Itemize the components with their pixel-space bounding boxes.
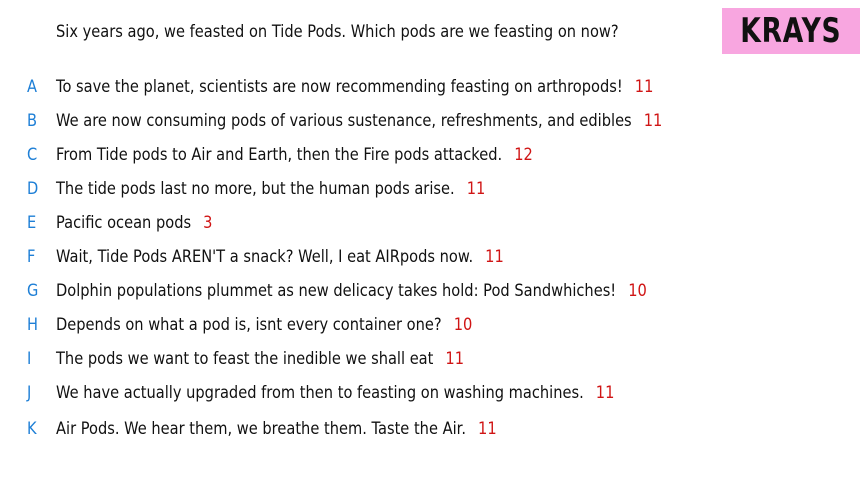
answer-text: From Tide pods to Air and Earth, then th… [56,145,503,165]
answer-text: To save the planet, scientists are now r… [56,77,623,97]
answer-text: We are now consuming pods of various sus… [56,111,632,131]
answer-line: Depends on what a pod is, isnt every con… [56,315,472,335]
answer-score: 11 [485,247,504,267]
answer-text: Dolphin populations plummet as new delic… [56,281,617,301]
answer-line: We are now consuming pods of various sus… [56,111,662,131]
answer-letter: H [27,315,39,335]
answer-line: From Tide pods to Air and Earth, then th… [56,145,533,165]
answer-line: The pods we want to feast the inedible w… [56,349,464,369]
answer-row-i: I The pods we want to feast the inedible… [0,342,864,376]
answer-row-h: H Depends on what a pod is, isnt every c… [0,308,864,342]
answer-letter: B [27,111,38,131]
answer-row-a: A To save the planet, scientists are now… [0,70,864,104]
answer-score: 11 [595,383,615,403]
answer-line: Wait, Tide Pods AREN'T a snack? Well, I … [56,247,504,267]
answer-letter: C [27,145,38,165]
answer-score: 11 [643,111,663,131]
answer-row-d: D The tide pods last no more, but the hu… [0,172,864,206]
answer-letter: E [27,213,37,233]
answer-score: 3 [203,213,213,233]
answer-letter: I [27,349,32,369]
question-prompt: Six years ago, we feasted on Tide Pods. … [56,22,619,42]
answer-text: Pacific ocean pods [56,213,192,233]
answer-letter: K [27,419,37,439]
answer-score: 11 [466,179,486,199]
answer-score: 11 [634,77,654,97]
answer-row-k: K Air Pods. We hear them, we breathe the… [0,412,864,446]
brand-badge: KRAYS [722,8,860,54]
answer-letter: J [27,383,32,403]
answer-row-b: B We are now consuming pods of various s… [0,104,864,138]
answer-row-g: G Dolphin populations plummet as new del… [0,274,864,308]
answer-text: Air Pods. We hear them, we breathe them.… [56,419,466,439]
answer-score: 10 [628,281,647,301]
answer-text: Depends on what a pod is, isnt every con… [56,315,442,335]
answer-row-j: J We have actually upgraded from then to… [0,376,864,410]
answer-line: Air Pods. We hear them, we breathe them.… [56,419,497,439]
answer-letter: G [27,281,39,301]
brand-label: KRAYS [740,11,842,51]
answer-row-f: F Wait, Tide Pods AREN'T a snack? Well, … [0,240,864,274]
answer-text: The pods we want to feast the inedible w… [56,349,434,369]
answer-text: We have actually upgraded from then to f… [56,383,584,403]
answer-line: Pacific ocean pods 3 [56,213,212,233]
answer-score: 10 [453,315,473,335]
answer-text: Wait, Tide Pods AREN'T a snack? Well, I … [56,247,474,267]
answer-letter: F [27,247,36,267]
answer-line: Dolphin populations plummet as new delic… [56,281,647,301]
answer-line: We have actually upgraded from then to f… [56,383,614,403]
answer-letter: A [27,77,38,97]
answer-line: To save the planet, scientists are now r… [56,77,653,97]
answer-line: The tide pods last no more, but the huma… [56,179,485,199]
answer-row-c: C From Tide pods to Air and Earth, then … [0,138,864,172]
answer-score: 12 [514,145,533,165]
answer-letter: D [27,179,39,199]
answer-score: 11 [445,349,465,369]
answer-row-e: E Pacific ocean pods 3 [0,206,864,240]
answer-score: 11 [478,419,497,439]
answer-text: The tide pods last no more, but the huma… [56,179,455,199]
